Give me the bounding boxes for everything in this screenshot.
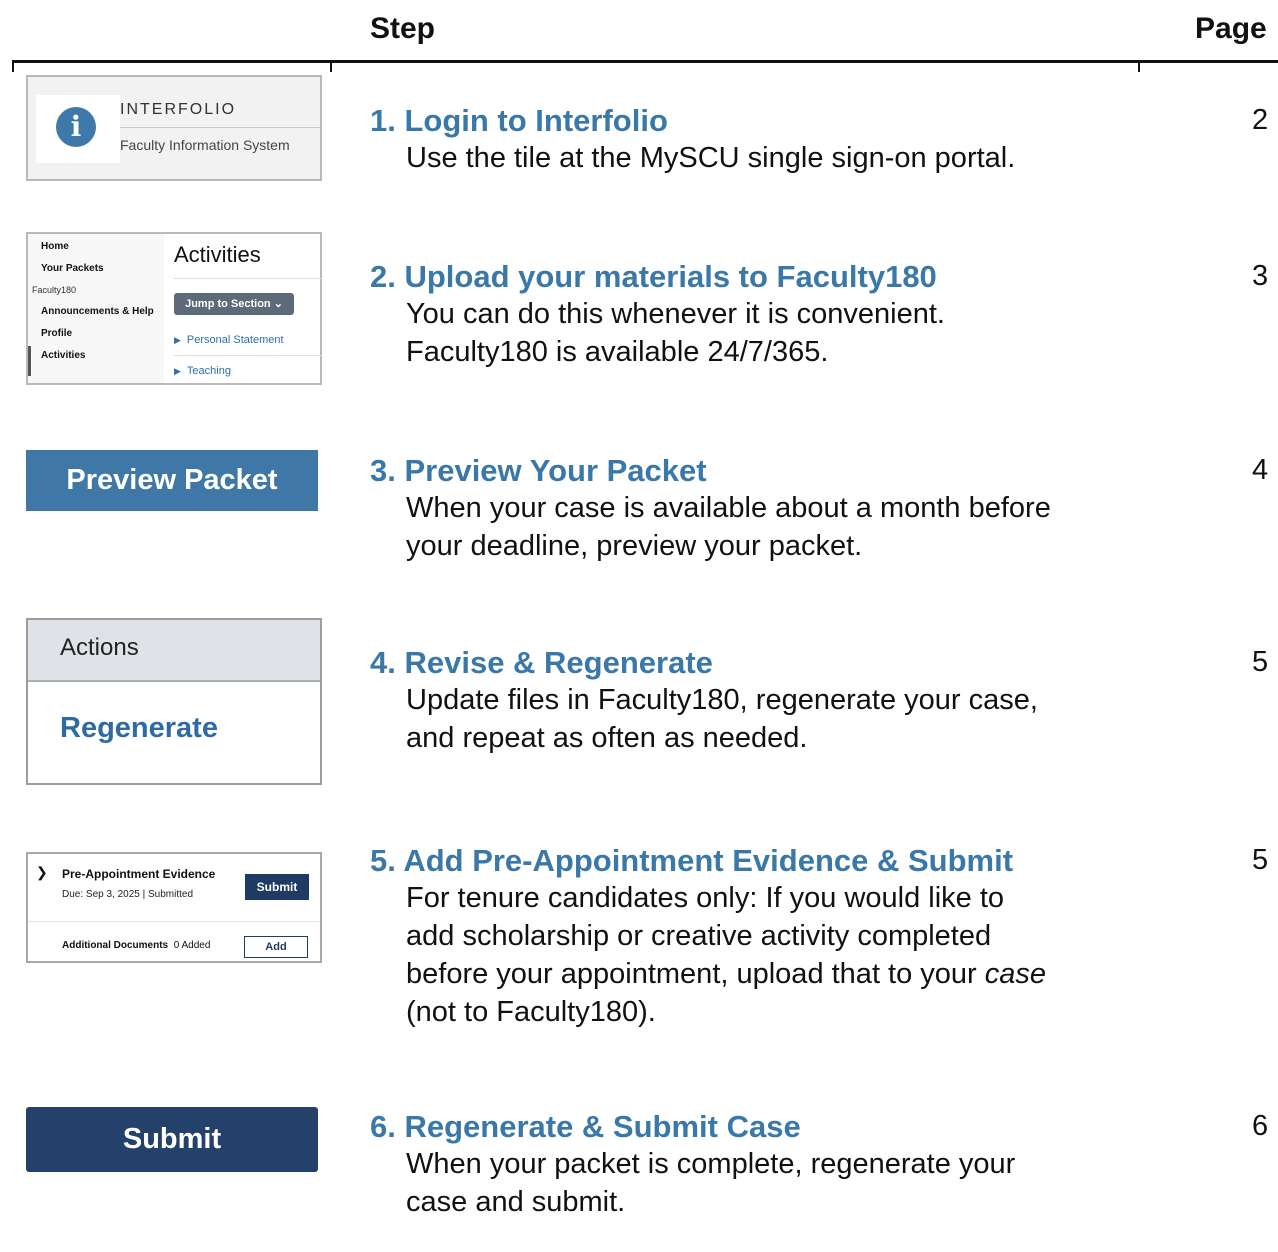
desc-line: add scholarship or creative activity com… [406,920,992,952]
header-tick [1138,60,1140,72]
preview-packet-button-thumbnail: Preview Packet [26,450,318,511]
actions-header-label: Actions [60,634,139,661]
step-description: For tenure candidates only: If you would… [370,879,1130,1031]
regenerate-link: Regenerate [60,712,218,744]
step-5: 5. Add Pre-Appointment Evidence & Submit… [370,842,1130,1031]
page-number: 5 [1252,646,1269,678]
sidebar-nav: Home Your Packets Faculty180 Announcemen… [28,234,164,383]
desc-line: case and submit. [406,1186,626,1218]
jump-to-section-button: Jump to Section ⌄ [174,293,294,315]
desc-line: Update files in Faculty180, regenerate y… [406,684,1038,716]
step-description: Use the tile at the MySCU single sign-on… [406,142,1016,174]
active-indicator [28,346,31,376]
header-tick [12,60,14,72]
page-number: 5 [1252,844,1269,876]
triangle-right-icon: ▶ [174,335,181,345]
step-description: You can do this whenever it is convenien… [370,295,1130,371]
page-number: 2 [1252,104,1269,136]
sidebar-section-faculty180: Faculty180 [32,285,77,295]
page-number: 4 [1252,454,1269,486]
sidebar-item-announcements: Announcements & Help [41,306,154,317]
step-description: When your case is available about a mont… [370,489,1130,565]
info-icon: i [56,107,96,147]
activities-thumbnail: Home Your Packets Faculty180 Announcemen… [26,232,322,385]
desc-emphasis: case [984,958,1047,990]
documents-count: 0 Added [173,940,211,951]
chevron-down-icon: ⌄ [273,298,283,310]
desc-text: before your appointment, upload that to … [406,958,977,990]
sidebar-item-activities: Activities [41,350,86,361]
page-number: 6 [1252,1110,1269,1142]
link-label: Teaching [186,365,231,377]
divider [174,355,322,356]
step-title: 2. Upload your materials to Faculty180 [370,259,937,294]
activities-title: Activities [174,242,261,267]
desc-line: and repeat as often as needed. [406,722,808,754]
submit-button: Submit [245,874,309,900]
submit-button-thumbnail: Submit [26,1107,318,1172]
actions-header: Actions [28,620,320,682]
step-1: 1. Login to Interfolio Use the tile at t… [370,102,1130,177]
interfolio-tile-thumbnail: i INTERFOLIO Faculty Information System [26,75,322,181]
step-title: 4. Revise & Regenerate [370,645,713,680]
add-button: Add [244,936,308,958]
divider [174,278,322,279]
additional-documents-label: Additional Documents [62,940,169,951]
due-date: Due: Sep 3, 2025 | Submitted [62,889,194,900]
desc-line: your deadline, preview your packet. [406,530,863,562]
desc-line: You can do this whenever it is convenien… [406,298,945,330]
divider [120,127,320,128]
column-header-step: Step [370,12,436,45]
header-rule [12,60,1278,63]
additional-documents: Additional Documents 0 Added [62,940,210,951]
desc-line: For tenure candidates only: If you would… [406,882,1005,914]
actions-panel-thumbnail: Actions Regenerate [26,618,322,785]
sidebar-item-your-packets: Your Packets [41,263,104,274]
link-teaching: ▶ Teaching [174,365,231,377]
step-title: 5. Add Pre-Appointment Evidence & Submit [370,843,1014,878]
interfolio-subtitle: Faculty Information System [120,137,290,153]
header-tick [330,60,332,72]
link-personal-statement: ▶ Personal Statement [174,334,284,346]
desc-line: before your appointment, upload that to … [406,955,1130,993]
sidebar-item-home: Home [41,241,69,252]
triangle-right-icon: ▶ [174,366,181,376]
desc-line: When your packet is complete, regenerate… [406,1148,1016,1180]
link-label: Personal Statement [186,334,284,346]
step-2: 2. Upload your materials to Faculty180 Y… [370,258,1130,371]
step-description: When your packet is complete, regenerate… [370,1145,1130,1221]
step-title: 6. Regenerate & Submit Case [370,1109,801,1144]
pre-appointment-thumbnail: ❯ Pre-Appointment Evidence Due: Sep 3, 2… [26,852,322,963]
step-title: 3. Preview Your Packet [370,453,707,488]
pre-appointment-title: Pre-Appointment Evidence [62,867,216,881]
step-4: 4. Revise & Regenerate Update files in F… [370,644,1130,757]
chevron-down-icon: ❯ [36,864,48,880]
step-6: 6. Regenerate & Submit Case When your pa… [370,1108,1130,1221]
step-description: Update files in Faculty180, regenerate y… [370,681,1130,757]
step-title: 1. Login to Interfolio [370,103,668,138]
desc-line: (not to Faculty180). [406,996,656,1028]
jump-label: Jump to Section [185,298,271,310]
sidebar-item-profile: Profile [41,328,73,339]
interfolio-brand: INTERFOLIO [120,101,237,118]
step-3: 3. Preview Your Packet When your case is… [370,452,1130,565]
desc-line: When your case is available about a mont… [406,492,1051,524]
desc-line: Faculty180 is available 24/7/365. [406,336,829,368]
column-header-page: Page [1195,12,1267,45]
page-number: 3 [1252,260,1269,292]
logo-box: i [36,95,120,163]
divider [28,921,320,922]
